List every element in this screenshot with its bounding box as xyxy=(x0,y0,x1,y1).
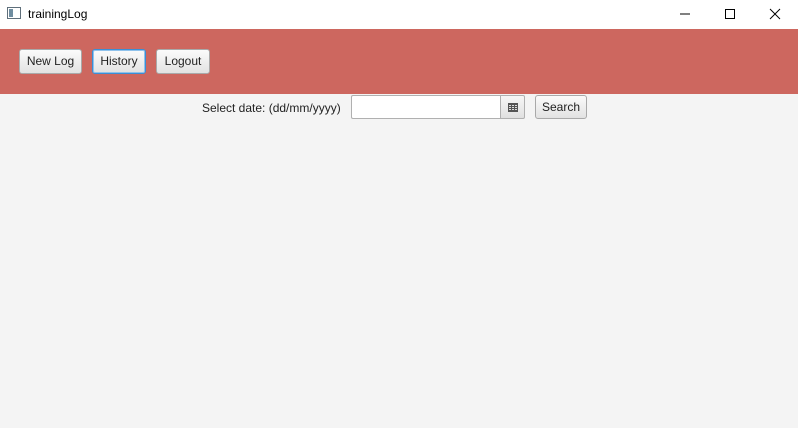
minimize-button[interactable] xyxy=(663,0,708,29)
minimize-icon xyxy=(680,13,690,15)
maximize-icon xyxy=(725,9,735,19)
close-button[interactable] xyxy=(753,0,798,29)
new-log-button[interactable]: New Log xyxy=(19,49,82,74)
close-icon xyxy=(769,8,781,20)
window-titlebar: trainingLog xyxy=(0,0,798,29)
logout-button[interactable]: Logout xyxy=(156,49,210,74)
maximize-button[interactable] xyxy=(708,0,753,29)
app-icon xyxy=(7,7,21,19)
date-picker-button[interactable] xyxy=(500,95,525,119)
window-title: trainingLog xyxy=(28,7,88,21)
history-button[interactable]: History xyxy=(92,49,146,74)
select-date-label: Select date: (dd/mm/yyyy) xyxy=(202,101,341,115)
search-button[interactable]: Search xyxy=(535,95,587,119)
date-input[interactable] xyxy=(351,95,501,119)
navigation-bar: New Log History Logout xyxy=(0,29,798,94)
calendar-icon xyxy=(508,103,518,112)
